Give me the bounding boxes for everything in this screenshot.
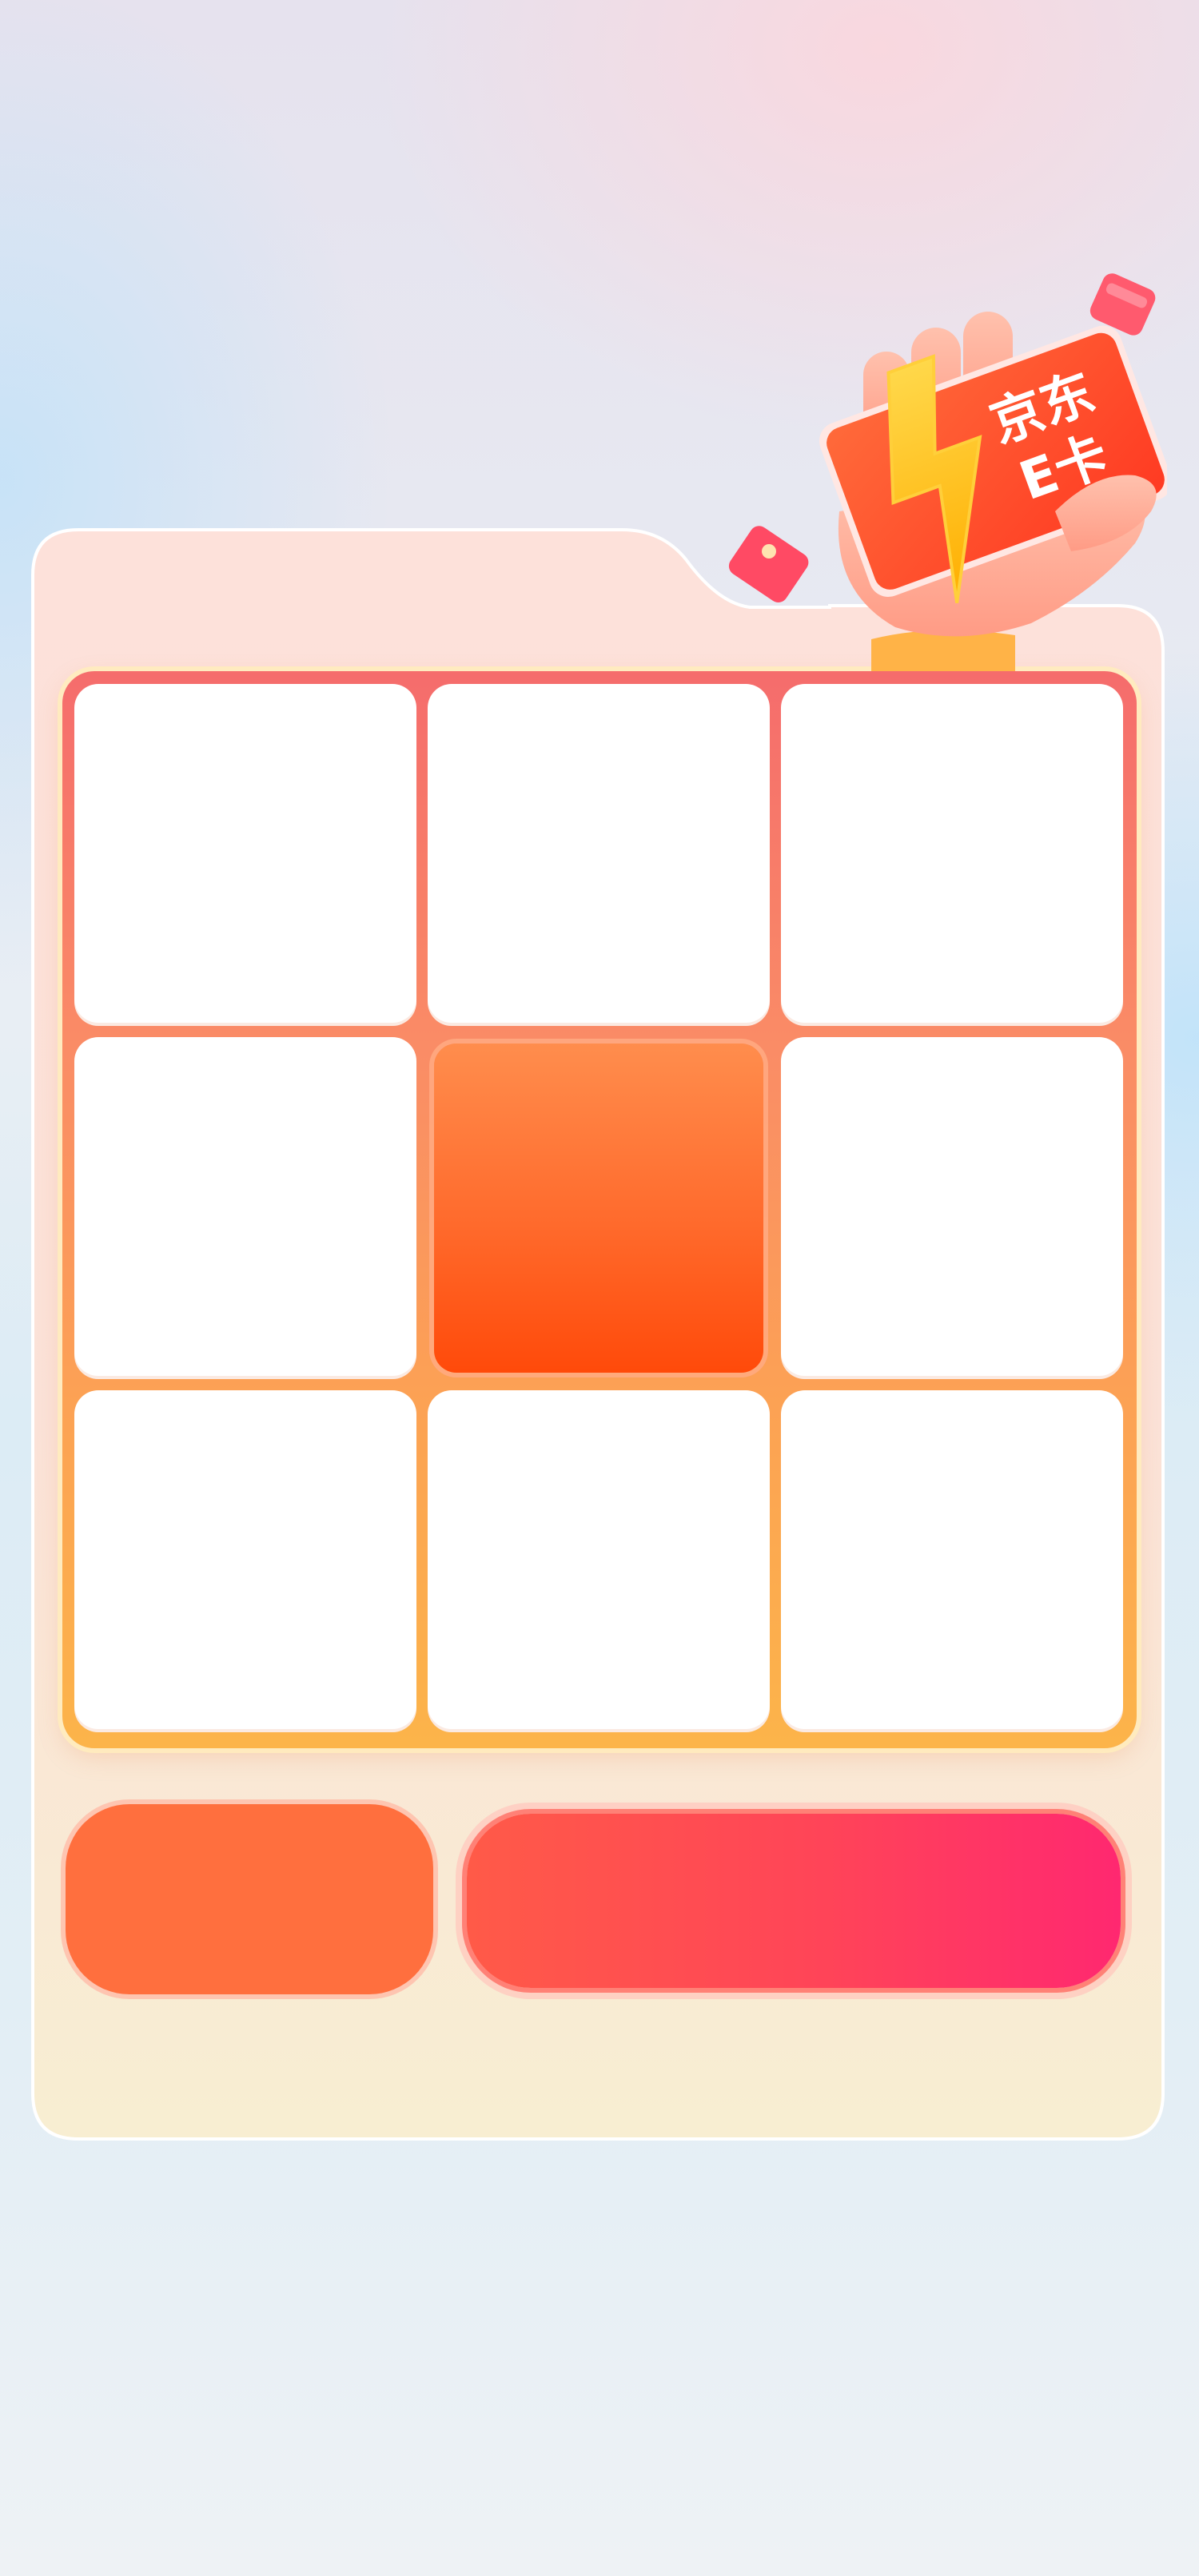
envelope-icon [728,526,809,602]
start-draw-cell[interactable] [434,1044,763,1373]
prize-cell-8[interactable] [428,1390,770,1732]
prize-cell-6[interactable] [781,1037,1123,1379]
prize-cell-7[interactable] [74,1390,416,1732]
prize-cell-4[interactable] [74,1037,416,1379]
jd-ecard-illustration: 京东 E卡 [728,273,1167,671]
prize-grid [62,671,1137,1748]
primary-button[interactable] [467,1814,1121,1988]
prize-cell-3[interactable] [781,684,1123,1026]
secondary-button[interactable] [66,1804,433,1994]
prize-cell-1[interactable] [74,684,416,1026]
prize-cell-9[interactable] [781,1390,1123,1732]
prize-cell-2[interactable] [428,684,770,1026]
